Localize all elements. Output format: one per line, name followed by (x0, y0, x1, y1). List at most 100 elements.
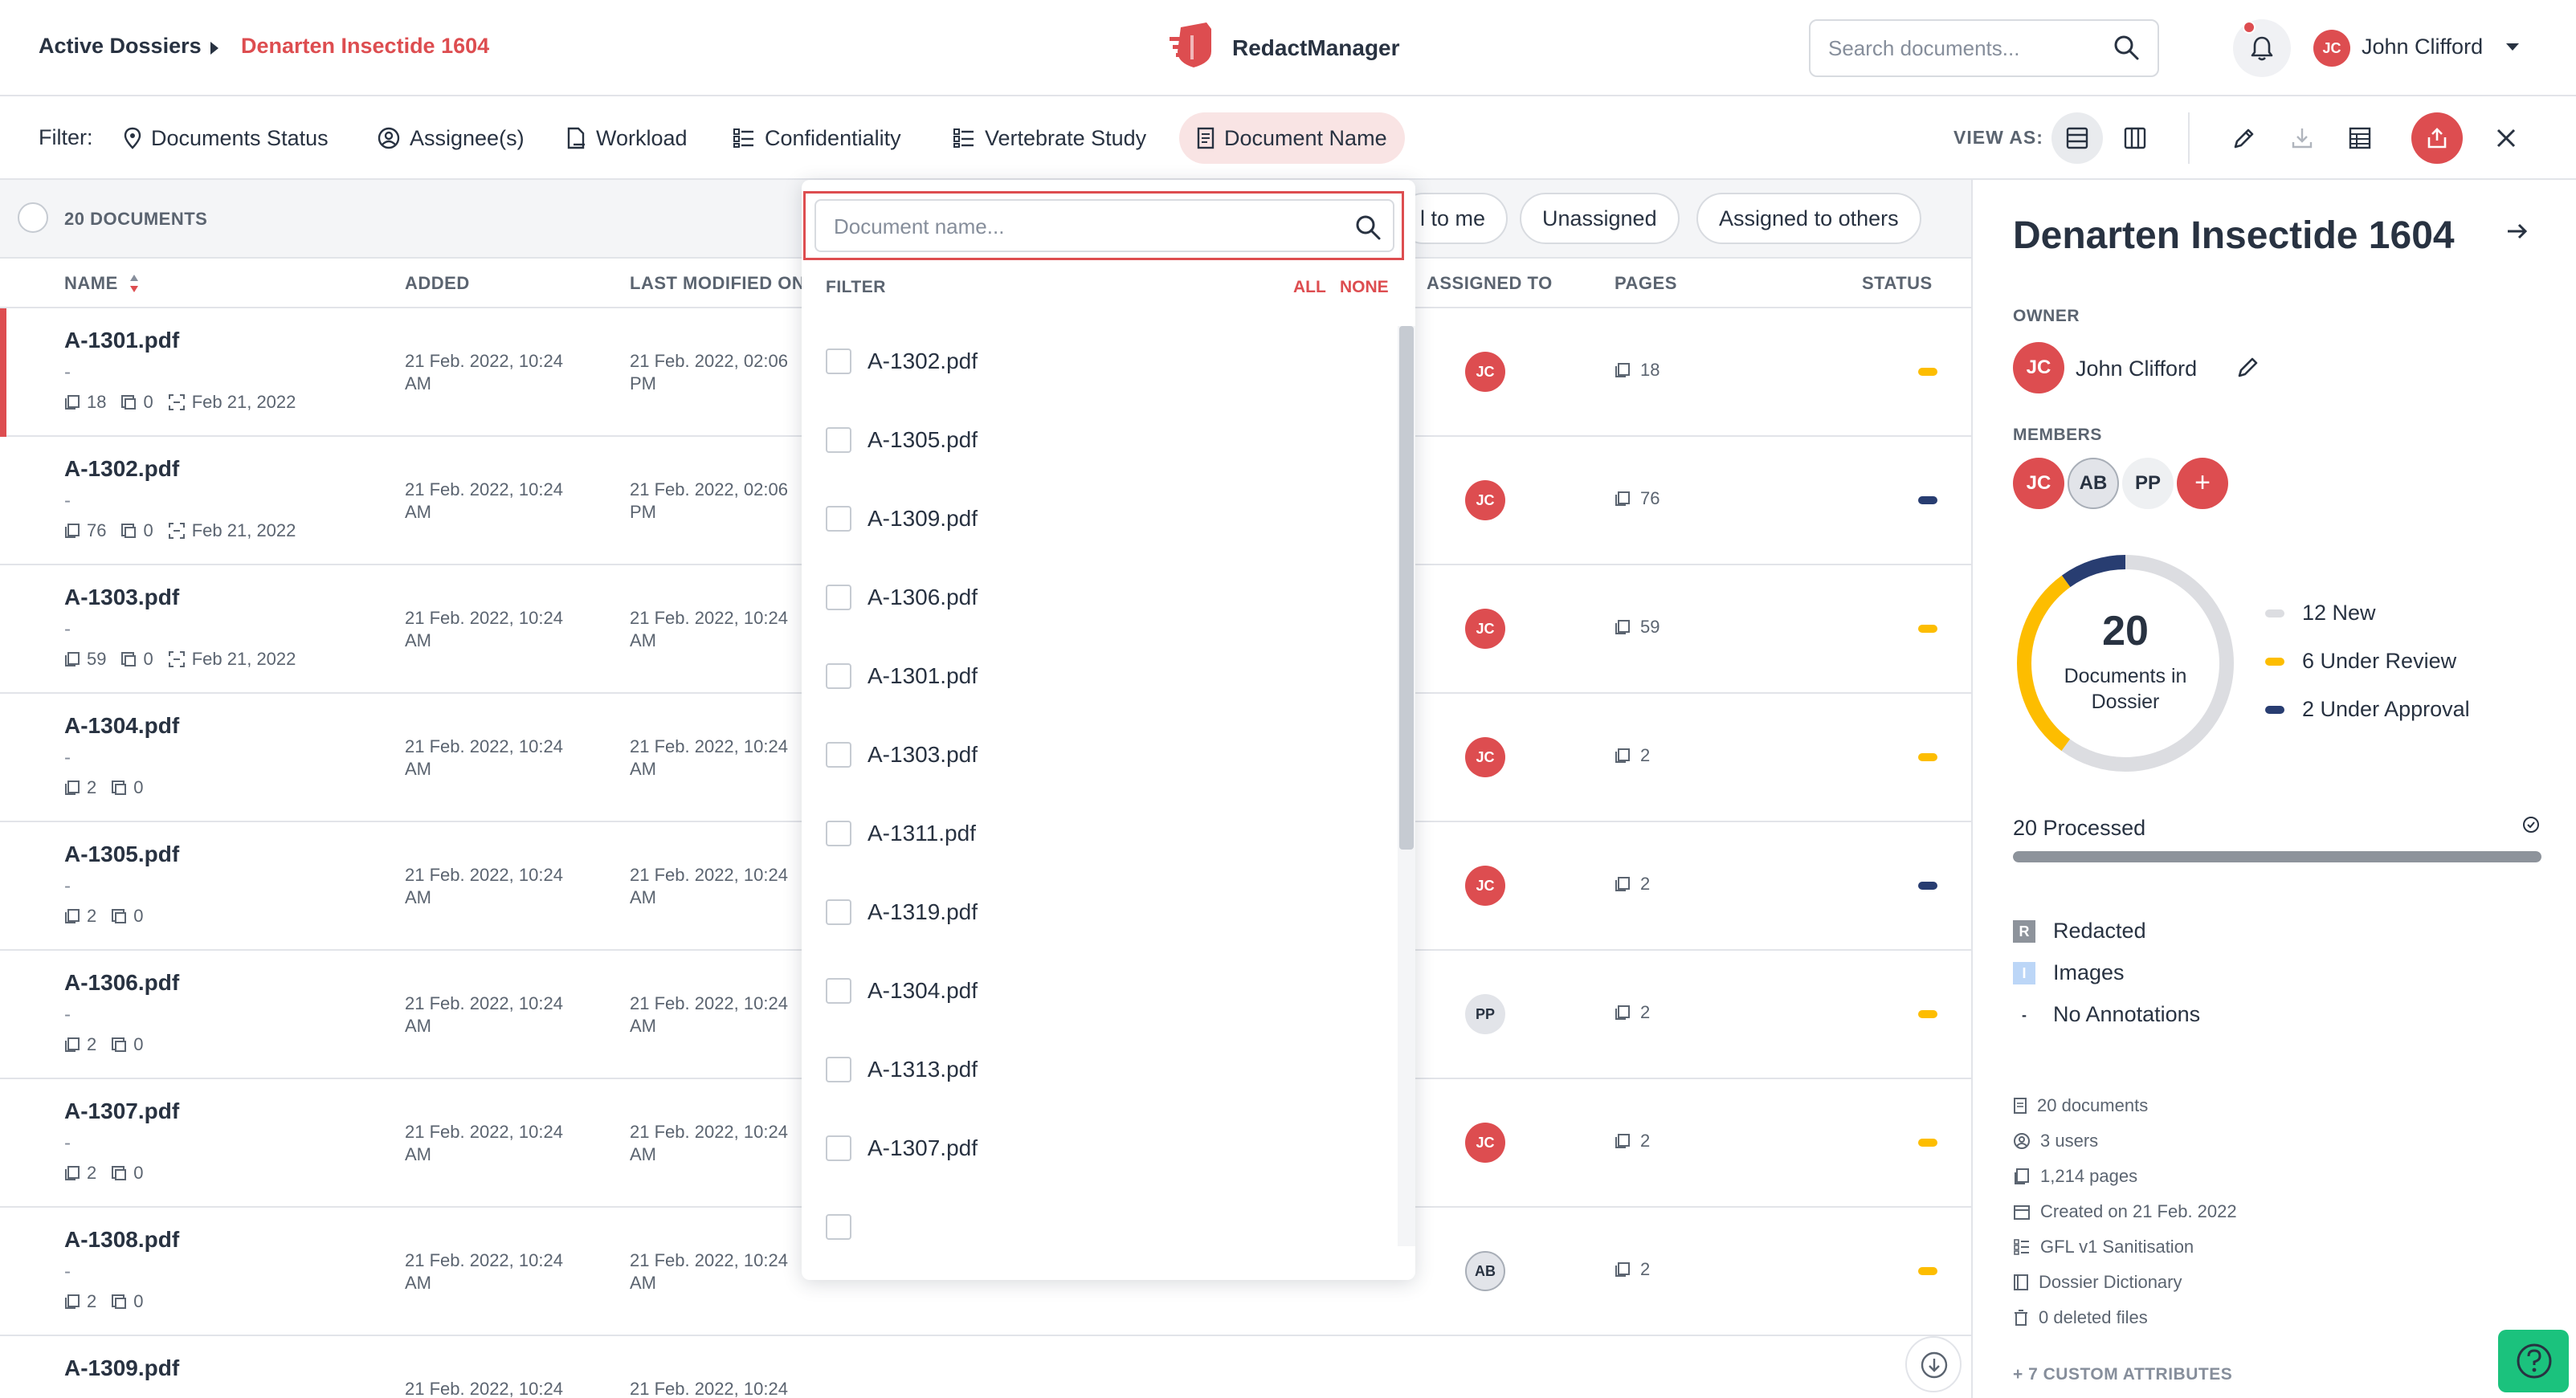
file-name[interactable]: A-1303.pdf (64, 585, 179, 610)
option-checkbox[interactable] (826, 663, 851, 689)
annotation-label: Redacted (2053, 919, 2146, 943)
document-name-option[interactable]: A-1302.pdf (826, 345, 978, 377)
help-button[interactable] (2498, 1330, 2569, 1392)
file-name[interactable]: A-1302.pdf (64, 456, 179, 482)
legend-new[interactable]: 12 New (2265, 601, 2376, 626)
member-avatar[interactable]: AB (2068, 458, 2119, 509)
member-avatar[interactable]: PP (2122, 458, 2174, 509)
view-list-button[interactable] (2051, 112, 2103, 164)
stat-dictionary[interactable]: Dossier Dictionary (2013, 1272, 2182, 1293)
file-name[interactable]: A-1309.pdf (64, 1355, 179, 1381)
column-assigned-to[interactable]: ASSIGNED TO (1427, 273, 1553, 294)
assignee-avatar[interactable]: JC (1465, 737, 1505, 777)
user-avatar[interactable]: JC (2313, 30, 2350, 67)
edit-dossier-button[interactable] (2219, 112, 2270, 164)
option-checkbox[interactable] (826, 1057, 851, 1082)
option-checkbox[interactable] (826, 348, 851, 374)
filter-workload[interactable]: Workload (548, 112, 705, 164)
assignee-avatar[interactable]: JC (1465, 609, 1505, 649)
pencil-icon[interactable] (2236, 355, 2260, 379)
document-name-option[interactable]: A-1306.pdf (826, 581, 978, 613)
add-member-button[interactable]: + (2177, 458, 2228, 509)
breadcrumb-current-dossier[interactable]: Denarten Insectide 1604 (241, 34, 489, 59)
select-all-link[interactable]: ALL (1293, 278, 1326, 297)
stat-deleted[interactable]: 0 deleted files (2013, 1307, 2148, 1328)
assignee-avatar[interactable]: AB (1465, 1251, 1505, 1291)
document-name-option[interactable]: A-1303.pdf (826, 739, 978, 771)
user-name[interactable]: John Clifford (2362, 35, 2483, 59)
info-clock-icon[interactable] (2522, 816, 2540, 834)
sort-icon[interactable] (129, 273, 140, 294)
search-icon[interactable] (2113, 34, 2140, 61)
table-row[interactable]: A-1309.pdf 21 Feb. 2022, 10:24 21 Feb. 202… (0, 1336, 1971, 1398)
close-button[interactable] (2480, 112, 2532, 164)
option-checkbox[interactable] (826, 585, 851, 610)
document-name-input[interactable] (834, 210, 1316, 243)
meta-annotations: 0 (111, 1163, 144, 1184)
file-meta: 20 (64, 1163, 158, 1184)
filter-document-name[interactable]: Document Name (1179, 112, 1405, 164)
file-name[interactable]: A-1306.pdf (64, 970, 179, 996)
download-button[interactable] (2276, 112, 2328, 164)
column-status[interactable]: STATUS (1862, 273, 1933, 294)
status-indicator (1918, 753, 1937, 761)
option-checkbox[interactable] (826, 742, 851, 768)
assignee-avatar[interactable]: PP (1465, 994, 1505, 1034)
document-name-option[interactable]: A-1319.pdf (826, 896, 978, 928)
chip-unassigned[interactable]: Unassigned (1520, 193, 1680, 244)
file-name[interactable]: A-1307.pdf (64, 1098, 179, 1124)
view-workflow-button[interactable] (2109, 112, 2161, 164)
option-checkbox[interactable] (826, 821, 851, 846)
document-name-option[interactable]: A-1307.pdf (826, 1132, 978, 1164)
select-none-link[interactable]: NONE (1340, 278, 1389, 297)
document-search[interactable] (1809, 19, 2159, 77)
member-avatar[interactable]: JC (2013, 458, 2064, 509)
select-all-checkbox[interactable] (18, 202, 48, 233)
breadcrumb-active-dossiers[interactable]: Active Dossiers (39, 34, 202, 59)
option-checkbox[interactable] (826, 427, 851, 453)
arrow-right-icon[interactable] (2506, 222, 2529, 241)
filter-assignees[interactable]: Assignee(s) (360, 112, 542, 164)
custom-attributes-link[interactable]: + 7 CUSTOM ATTRIBUTES (2013, 1365, 2232, 1384)
filter-confidentiality[interactable]: Confidentiality (715, 112, 919, 164)
upload-button[interactable] (2411, 112, 2463, 164)
file-name[interactable]: A-1305.pdf (64, 842, 179, 867)
document-name-search[interactable] (814, 199, 1394, 252)
column-name[interactable]: NAME (64, 273, 118, 294)
assignee-avatar[interactable]: JC (1465, 1123, 1505, 1163)
view-as-label: VIEW AS: (1953, 127, 2043, 148)
assignee-avatar[interactable]: JC (1465, 866, 1505, 906)
file-name[interactable]: A-1308.pdf (64, 1227, 179, 1253)
scrollbar-thumb[interactable] (1399, 326, 1414, 850)
filter-documents-status[interactable]: Documents Status (106, 112, 346, 164)
document-name-option[interactable]: A-1311.pdf (826, 817, 976, 850)
chip-assigned-to-others[interactable]: Assigned to others (1696, 193, 1921, 244)
column-added[interactable]: ADDED (405, 273, 470, 294)
document-name-option[interactable]: A-1304.pdf (826, 975, 978, 1007)
search-input[interactable] (1828, 32, 2101, 64)
option-checkbox[interactable] (826, 506, 851, 532)
export-csv-button[interactable] (2334, 112, 2386, 164)
column-pages[interactable]: PAGES (1615, 273, 1677, 294)
chevron-down-icon[interactable] (2506, 43, 2519, 51)
file-name[interactable]: A-1304.pdf (64, 713, 179, 739)
document-name-option[interactable]: A-1305.pdf (826, 424, 978, 456)
pencil-icon (2234, 128, 2254, 149)
column-last-modified[interactable]: LAST MODIFIED ON (630, 273, 805, 294)
legend-under-approval[interactable]: 2 Under Approval (2265, 697, 2470, 722)
document-name-option[interactable]: A-1301.pdf (826, 660, 978, 692)
document-name-option[interactable]: A-1309.pdf (826, 503, 978, 535)
option-checkbox[interactable] (826, 978, 851, 1004)
top-header: Active Dossiers Denarten Insectide 1604 … (0, 0, 2576, 96)
assignee-avatar[interactable]: JC (1465, 480, 1505, 520)
option-checkbox[interactable] (826, 1135, 851, 1161)
filter-vertebrate-study[interactable]: Vertebrate Study (935, 112, 1164, 164)
document-name-option[interactable]: A-1313.pdf (826, 1054, 978, 1086)
assignee-avatar[interactable]: JC (1465, 352, 1505, 392)
notifications-button[interactable] (2233, 19, 2291, 77)
legend-under-review[interactable]: 6 Under Review (2265, 649, 2456, 674)
scroll-to-bottom-button[interactable] (1905, 1336, 1962, 1392)
option-checkbox[interactable] (826, 899, 851, 925)
meta-date-value: Feb 21, 2022 (191, 649, 296, 669)
file-name[interactable]: A-1301.pdf (64, 328, 179, 353)
